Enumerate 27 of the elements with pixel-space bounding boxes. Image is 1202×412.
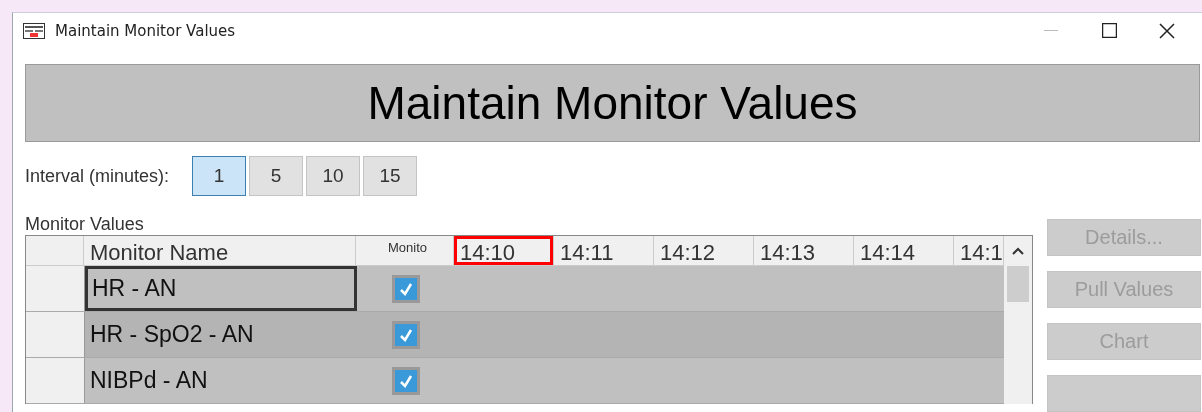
banner-title: Maintain Monitor Values <box>25 64 1200 142</box>
minimize-icon <box>1044 29 1058 32</box>
checkbox[interactable] <box>392 366 420 395</box>
column-header: 14:13 <box>754 236 854 266</box>
column-header: 14:14 <box>854 236 954 266</box>
row-header[interactable] <box>26 358 85 403</box>
interval-label: Interval (minutes): <box>25 165 170 187</box>
window-title: Maintain Monitor Values <box>55 21 237 40</box>
section-label: Monitor Values <box>25 214 145 235</box>
column-header: Monitor Name <box>84 236 356 266</box>
checkbox[interactable] <box>392 274 420 303</box>
interval-option[interactable]: 15 <box>363 156 418 196</box>
name-cell[interactable]: HR - AN <box>85 266 357 311</box>
interval-option[interactable]: 5 <box>249 156 304 196</box>
column-header: 14:12 <box>654 236 754 266</box>
checkbox[interactable] <box>392 320 420 349</box>
column-header: 14:11 <box>554 236 654 266</box>
interval-option[interactable]: 10 <box>306 156 361 196</box>
close-icon <box>1159 22 1175 39</box>
interval-option[interactable]: 1 <box>192 156 247 196</box>
row-header[interactable] <box>26 266 85 311</box>
column-header: Monito <box>356 236 454 266</box>
row-header[interactable] <box>26 312 85 357</box>
grid-icon <box>23 22 45 39</box>
column-header: 14:10 <box>454 236 554 266</box>
column-header: 14:1 <box>954 236 1004 266</box>
maximize-icon <box>1101 23 1117 38</box>
